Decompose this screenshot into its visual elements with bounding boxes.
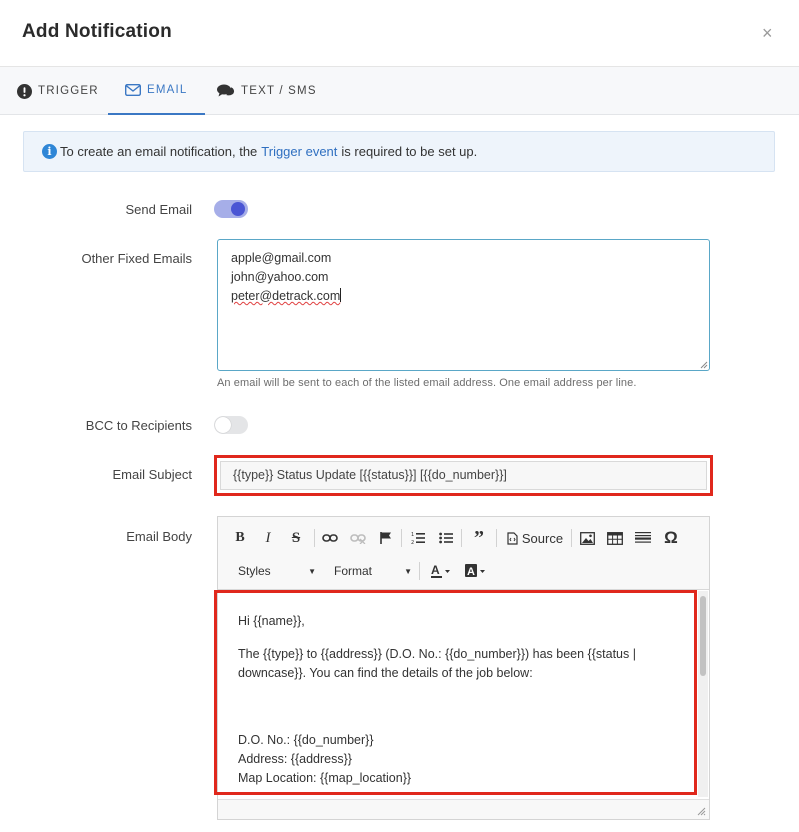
source-button[interactable]: Source bbox=[504, 527, 566, 549]
body-highlight bbox=[214, 590, 697, 795]
scrollbar-thumb[interactable] bbox=[700, 596, 706, 676]
special-char-icon[interactable]: Ω bbox=[661, 527, 681, 549]
bulleted-list-icon[interactable] bbox=[436, 527, 456, 549]
bcc-toggle[interactable] bbox=[214, 416, 248, 434]
link-icon[interactable] bbox=[320, 527, 340, 549]
chevron-down-icon: ▼ bbox=[308, 566, 316, 576]
subject-highlight: {{type}} Status Update [{{status}}] [{{d… bbox=[214, 455, 713, 496]
email-subject-input[interactable]: {{type}} Status Update [{{status}}] [{{d… bbox=[220, 461, 707, 490]
italic-button[interactable]: I bbox=[260, 527, 276, 549]
text-caret bbox=[340, 288, 342, 302]
trigger-event-link[interactable]: Trigger event bbox=[261, 144, 337, 159]
email-line: apple@gmail.com bbox=[231, 251, 332, 265]
tab-text-sms-label: TEXT / SMS bbox=[241, 85, 317, 97]
unlink-icon[interactable] bbox=[348, 527, 368, 549]
editor-scrollbar[interactable] bbox=[698, 591, 708, 797]
alert-text-before: To create an email notification, the bbox=[60, 144, 258, 159]
source-label: Source bbox=[521, 530, 564, 546]
strikethrough-button[interactable]: S bbox=[288, 527, 304, 549]
comments-icon bbox=[217, 84, 235, 98]
horizontal-rule-icon[interactable] bbox=[633, 527, 653, 549]
envelope-icon bbox=[125, 84, 141, 96]
tab-bar: TRIGGER EMAIL TEXT / SMS bbox=[0, 67, 799, 115]
other-emails-textarea[interactable]: apple@gmail.com john@yahoo.com peter@det… bbox=[217, 239, 710, 371]
svg-text:2: 2 bbox=[411, 540, 414, 545]
tab-email[interactable]: EMAIL bbox=[108, 67, 205, 115]
svg-text:1: 1 bbox=[411, 532, 414, 538]
modal-header: Add Notification × bbox=[0, 0, 799, 67]
email-line: john@yahoo.com bbox=[231, 270, 329, 284]
resize-handle-icon[interactable] bbox=[700, 361, 708, 369]
email-body-label: Email Body bbox=[126, 529, 192, 544]
toggle-knob bbox=[215, 417, 231, 433]
source-icon bbox=[507, 531, 518, 545]
close-icon[interactable]: × bbox=[762, 23, 773, 43]
svg-text:A: A bbox=[431, 564, 440, 577]
modal-title: Add Notification bbox=[22, 21, 172, 42]
resize-handle-icon[interactable] bbox=[697, 807, 706, 816]
spellcheck-text: peter@detrack.com bbox=[231, 289, 341, 303]
background-color-icon: A bbox=[465, 564, 485, 578]
editor-toolbar: B I S 12 ” Source Ω Styles ▼ Format ▼ A … bbox=[218, 517, 709, 590]
info-icon: i bbox=[42, 144, 57, 159]
styles-label: Styles bbox=[238, 564, 271, 578]
editor-footer bbox=[218, 799, 709, 819]
anchor-flag-icon[interactable] bbox=[376, 527, 396, 549]
exclamation-circle-icon bbox=[17, 83, 32, 99]
tab-trigger[interactable]: TRIGGER bbox=[17, 67, 99, 115]
info-alert: i To create an email notification, the T… bbox=[23, 131, 775, 172]
text-color-icon: A bbox=[431, 564, 450, 578]
chevron-down-icon: ▼ bbox=[404, 566, 412, 576]
email-line: peter@detrack.com bbox=[231, 287, 696, 306]
email-subject-label: Email Subject bbox=[112, 467, 192, 482]
send-email-label: Send Email bbox=[125, 202, 192, 217]
other-emails-label: Other Fixed Emails bbox=[81, 251, 192, 266]
image-icon[interactable] bbox=[577, 527, 597, 549]
format-dropdown[interactable]: Format ▼ bbox=[326, 560, 412, 582]
toggle-knob bbox=[231, 202, 245, 216]
tab-trigger-label: TRIGGER bbox=[38, 85, 99, 97]
styles-dropdown[interactable]: Styles ▼ bbox=[230, 560, 316, 582]
numbered-list-icon[interactable]: 12 bbox=[408, 527, 428, 549]
text-color-button[interactable]: A bbox=[427, 560, 455, 582]
email-tab-content: i To create an email notification, the T… bbox=[0, 116, 799, 832]
table-icon[interactable] bbox=[605, 527, 625, 549]
blockquote-icon[interactable]: ” bbox=[469, 527, 489, 549]
background-color-button[interactable]: A bbox=[461, 560, 491, 582]
tab-email-label: EMAIL bbox=[147, 84, 188, 96]
alert-text-after: is required to be set up. bbox=[341, 144, 478, 159]
tab-text-sms[interactable]: TEXT / SMS bbox=[217, 67, 317, 115]
bcc-label: BCC to Recipients bbox=[85, 418, 192, 433]
svg-text:A: A bbox=[467, 566, 475, 578]
other-emails-help: An email will be sent to each of the lis… bbox=[217, 377, 637, 389]
bold-button[interactable]: B bbox=[232, 527, 248, 549]
format-label: Format bbox=[334, 564, 373, 578]
send-email-toggle[interactable] bbox=[214, 200, 248, 218]
